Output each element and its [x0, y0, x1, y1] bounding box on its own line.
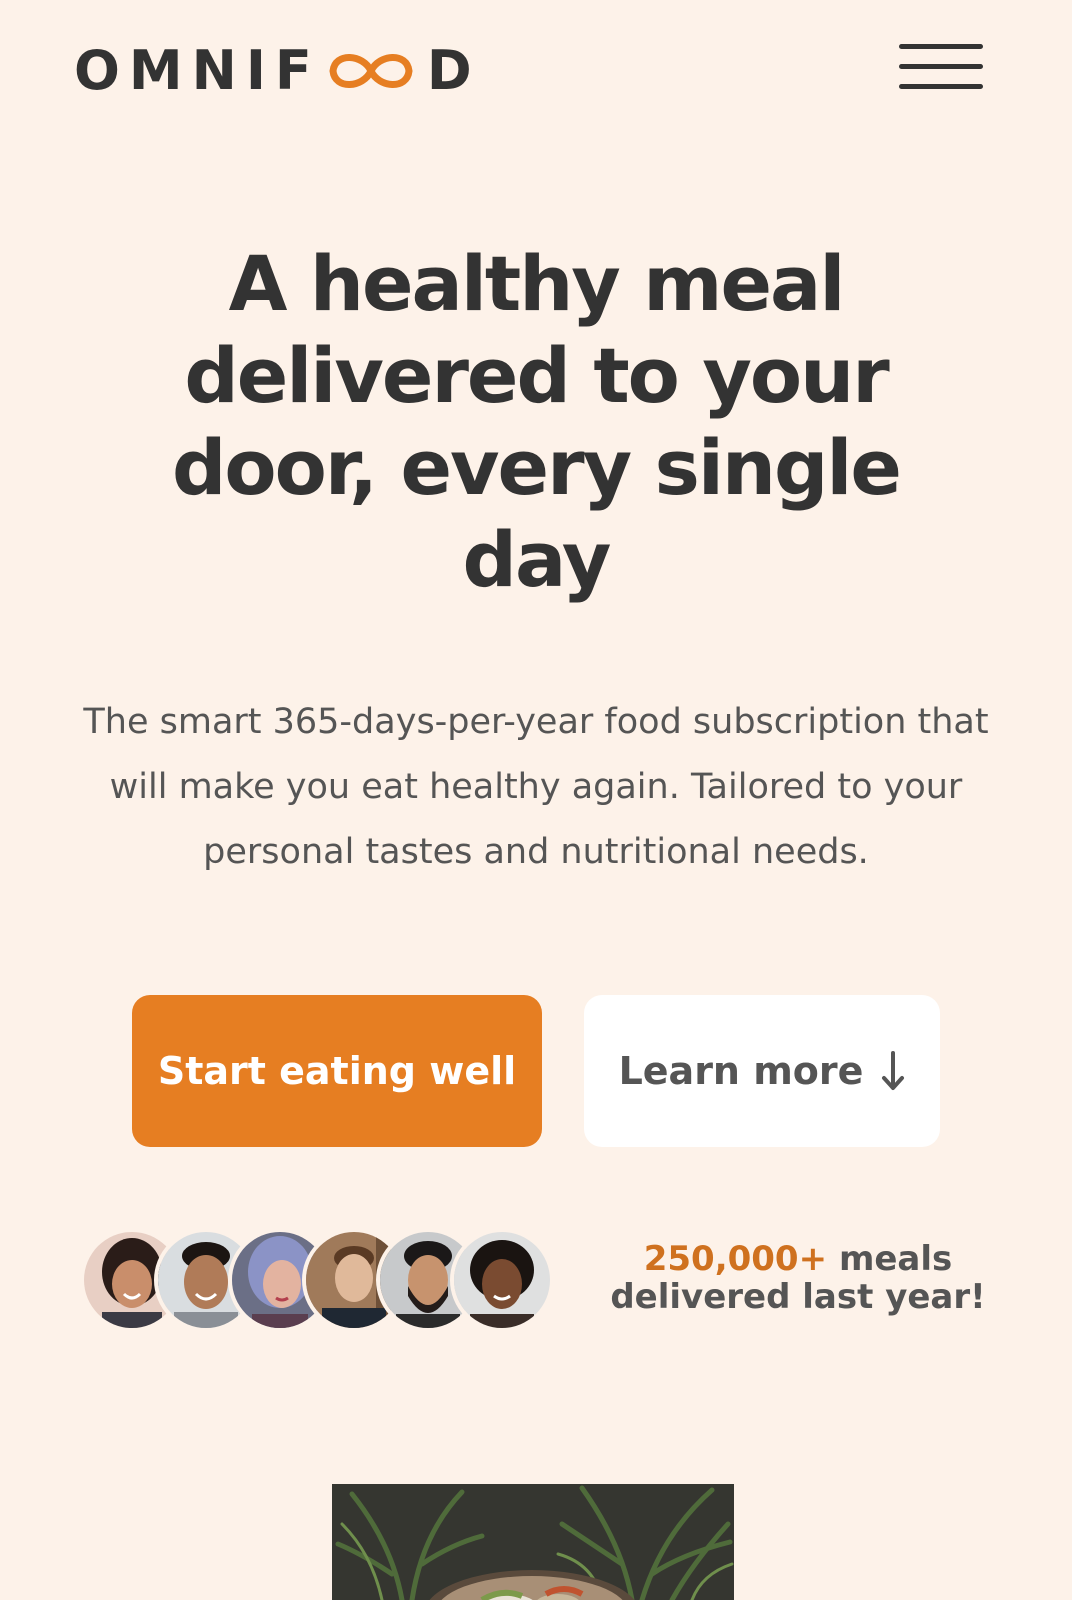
hamburger-menu-icon[interactable] — [896, 40, 986, 98]
hero-title: A healthy meal delivered to your door, e… — [172, 239, 902, 604]
meals-count: 250,000+ — [643, 1239, 828, 1279]
hero-description: The smart 365-days-per-year food subscri… — [83, 702, 989, 872]
start-eating-well-label: Start eating well — [157, 1049, 517, 1093]
omnifood-logo[interactable]: OMNIF D — [74, 40, 481, 102]
learn-more-button[interactable]: Learn more — [584, 995, 940, 1147]
logo-text-right: D — [426, 39, 481, 102]
arrow-down-icon — [881, 1050, 905, 1092]
meals-label: meals — [838, 1239, 953, 1279]
learn-more-label: Learn more — [618, 1049, 864, 1093]
customer-avatars — [80, 1228, 560, 1332]
food-bowl-image — [332, 1484, 734, 1600]
delivered-last-year: delivered last year! — [610, 1277, 986, 1317]
start-eating-well-button[interactable]: Start eating well — [132, 995, 542, 1147]
menu-line — [899, 84, 983, 89]
logo-text-left: OMNIF — [74, 39, 321, 102]
delivered-meals-text: 250,000+ meals delivered last year! — [600, 1240, 996, 1316]
customer-avatar — [450, 1228, 554, 1332]
site-header: OMNIF D — [0, 0, 1072, 140]
infinity-icon — [323, 44, 419, 98]
menu-line — [899, 64, 983, 69]
menu-line — [899, 44, 983, 49]
